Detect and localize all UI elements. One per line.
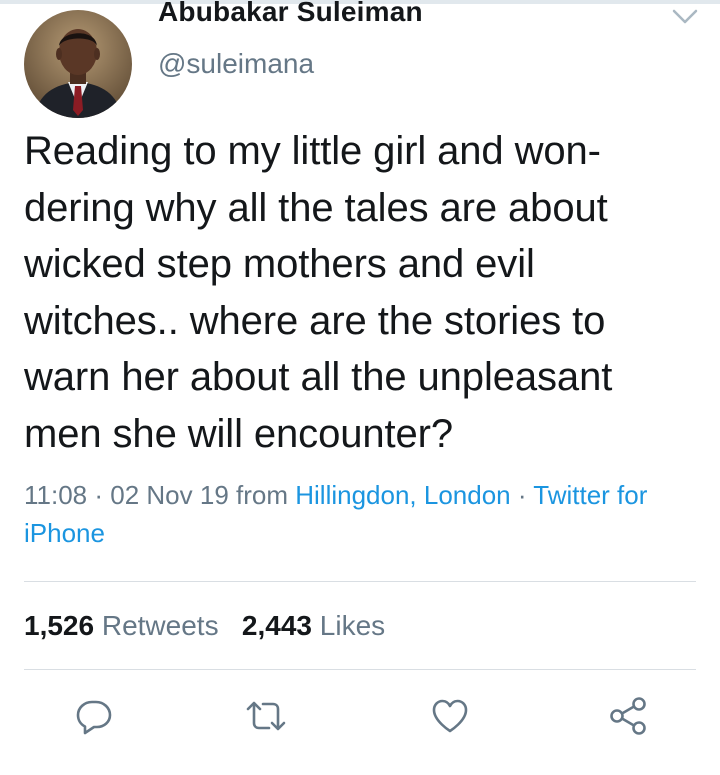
- engagement-stats: 1,526 Retweets 2,443 Likes: [24, 606, 385, 646]
- meta-separator: ·: [87, 480, 111, 510]
- tweet-date[interactable]: 02 Nov 19: [110, 480, 229, 510]
- likes-count: 2,443: [241, 610, 312, 641]
- author-name[interactable]: Abubakar Suleiman: [158, 0, 423, 28]
- avatar[interactable]: [24, 10, 132, 118]
- tweet-text: Reading to my little girl and won- derin…: [24, 129, 613, 456]
- divider: [24, 669, 696, 670]
- from-label: from: [228, 480, 296, 510]
- heart-icon[interactable]: [428, 694, 472, 738]
- location-link[interactable]: Hillingdon, London: [295, 480, 510, 510]
- author-handle[interactable]: @suleimana: [158, 47, 314, 81]
- meta-separator-2: ·: [510, 480, 534, 510]
- retweets-stat[interactable]: 1,526 Retweets: [24, 610, 219, 641]
- divider: [24, 581, 696, 582]
- retweets-count: 1,526: [24, 610, 95, 641]
- likes-stat[interactable]: 2,443 Likes: [242, 610, 385, 641]
- share-icon[interactable]: [606, 694, 650, 738]
- retweets-label: Retweets: [101, 610, 219, 641]
- retweet-icon[interactable]: [244, 694, 288, 738]
- tweet-detail: Abubakar Suleiman @suleimana Reading to …: [0, 0, 720, 775]
- chevron-down-icon[interactable]: [670, 6, 700, 28]
- likes-label: Likes: [319, 610, 386, 641]
- tweet-metadata: 11:08 · 02 Nov 19 from Hillingdon, Londo…: [24, 476, 714, 552]
- reply-icon[interactable]: [72, 694, 116, 738]
- tweet-time[interactable]: 11:08: [24, 480, 87, 510]
